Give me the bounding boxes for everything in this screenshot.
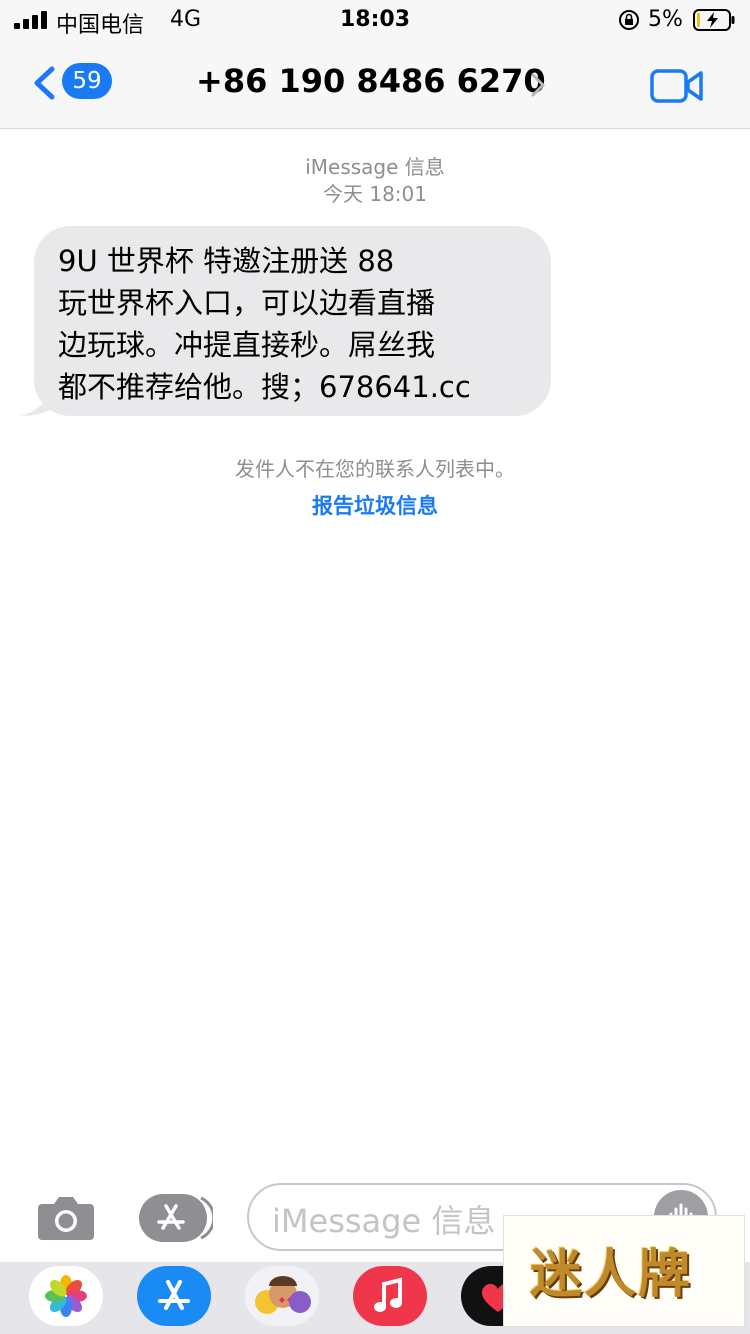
message-line: 玩世界杯入口，可以边看直播 (58, 286, 436, 320)
message-line: 边玩球。冲提直接秒。屌丝我 (58, 328, 436, 362)
message-timestamp: 今天 18:01 (323, 182, 427, 206)
chevron-right-icon[interactable] (530, 72, 546, 98)
message-text: 9U 世界杯 特邀注册送 88 玩世界杯入口，可以边看直播 边玩球。冲提直接秒。… (58, 240, 538, 408)
battery-icon (693, 9, 735, 31)
photos-flower-icon (45, 1275, 87, 1317)
message-line: 9U 世界杯 特邀注册送 88 (58, 244, 395, 278)
lock-rotation-icon (619, 10, 639, 30)
contact-title[interactable]: +86 190 8486 6270 (196, 62, 546, 100)
app-store-icon[interactable] (139, 1194, 213, 1242)
message-line: 都不推荐给他。搜；678641.cc (58, 370, 471, 404)
app-store-a-icon (158, 1280, 190, 1310)
app-store-app-icon[interactable] (137, 1266, 211, 1326)
message-input-placeholder: iMessage 信息 (272, 1202, 496, 1240)
watermark-text: 迷人牌 (530, 1244, 693, 1305)
music-app-icon[interactable] (353, 1266, 427, 1326)
back-chevron-icon (34, 66, 55, 100)
service-label: iMessage 信息 (305, 155, 445, 179)
photos-app-icon[interactable] (29, 1266, 103, 1326)
report-junk-link[interactable]: 报告垃圾信息 (0, 490, 750, 520)
video-call-icon[interactable] (650, 68, 704, 104)
memoji-faces-icon (255, 1276, 311, 1314)
conversation-meta: iMessage 信息 今天 18:01 (0, 154, 750, 208)
unread-count-badge: 59 (62, 63, 112, 99)
status-bar: 中国电信 4G 18:03 5% (0, 0, 750, 40)
conversation-header: 59 +86 190 8486 6270 (0, 40, 750, 129)
music-note-icon (374, 1277, 402, 1312)
camera-icon[interactable] (36, 1194, 96, 1242)
back-button[interactable]: 59 (30, 60, 120, 106)
memoji-app-icon[interactable] (245, 1266, 319, 1326)
battery-percent: 5% (648, 7, 683, 32)
unknown-sender-notice: 发件人不在您的联系人列表中。 (235, 457, 515, 481)
